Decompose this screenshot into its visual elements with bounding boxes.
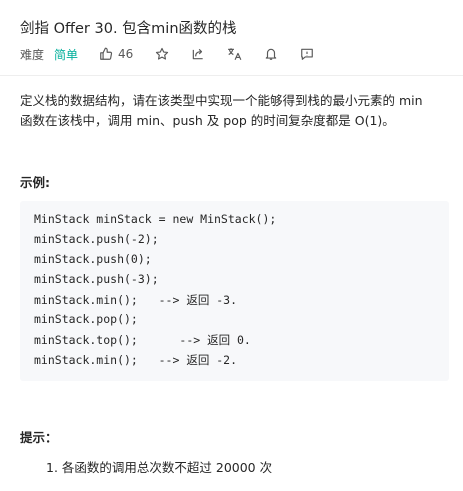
header-divider: [0, 75, 463, 76]
comment-icon: [301, 48, 314, 60]
share-icon: [193, 48, 203, 60]
code-line: MinStack minStack = new MinStack();: [34, 212, 277, 226]
like-button[interactable]: 46: [99, 47, 133, 61]
share-button[interactable]: [191, 47, 205, 61]
hint-item: 1. 各函数的调用总次数不超过 20000 次: [46, 460, 273, 475]
feedback-button[interactable]: [300, 47, 314, 61]
like-count: 46: [118, 47, 134, 61]
code-line: minStack.min(); --> 返回 -3.: [34, 293, 238, 307]
code-line: minStack.push(-2);: [34, 232, 159, 246]
notification-button[interactable]: [264, 47, 278, 61]
code-line: minStack.min(); --> 返回 -2.: [34, 353, 238, 367]
description-line: 函数在该栈中，调用 min、push 及 pop 的时间复杂度都是 O(1)。: [20, 113, 395, 128]
example-heading: 示例:: [20, 175, 50, 190]
thumbs-up-icon: [100, 47, 113, 60]
description-line: 定义栈的数据结构，请在该类型中实现一个能够得到栈的最小元素的 min: [20, 93, 423, 108]
example-code-block: MinStack minStack = new MinStack(); minS…: [20, 201, 449, 381]
translate-icon: [228, 48, 242, 61]
favorite-button[interactable]: [155, 47, 169, 61]
code-line: minStack.pop();: [34, 312, 138, 326]
star-icon: [156, 47, 169, 60]
problem-description: 定义栈的数据结构，请在该类型中实现一个能够得到栈的最小元素的 min 函数在该栈…: [20, 91, 445, 131]
difficulty-label: 难度: [20, 47, 45, 62]
page-title: 剑指 Offer 30. 包含min函数的栈: [20, 21, 237, 37]
translate-button[interactable]: [227, 47, 242, 61]
code-line: minStack.push(0);: [34, 252, 152, 266]
difficulty-badge: 简单: [54, 47, 79, 62]
problem-meta-bar: 难度 简单 46: [20, 45, 314, 63]
code-line: minStack.push(-3);: [34, 272, 159, 286]
code-line: minStack.top(); --> 返回 0.: [34, 333, 251, 347]
bell-icon: [266, 48, 277, 60]
hints-heading: 提示：: [20, 430, 58, 445]
